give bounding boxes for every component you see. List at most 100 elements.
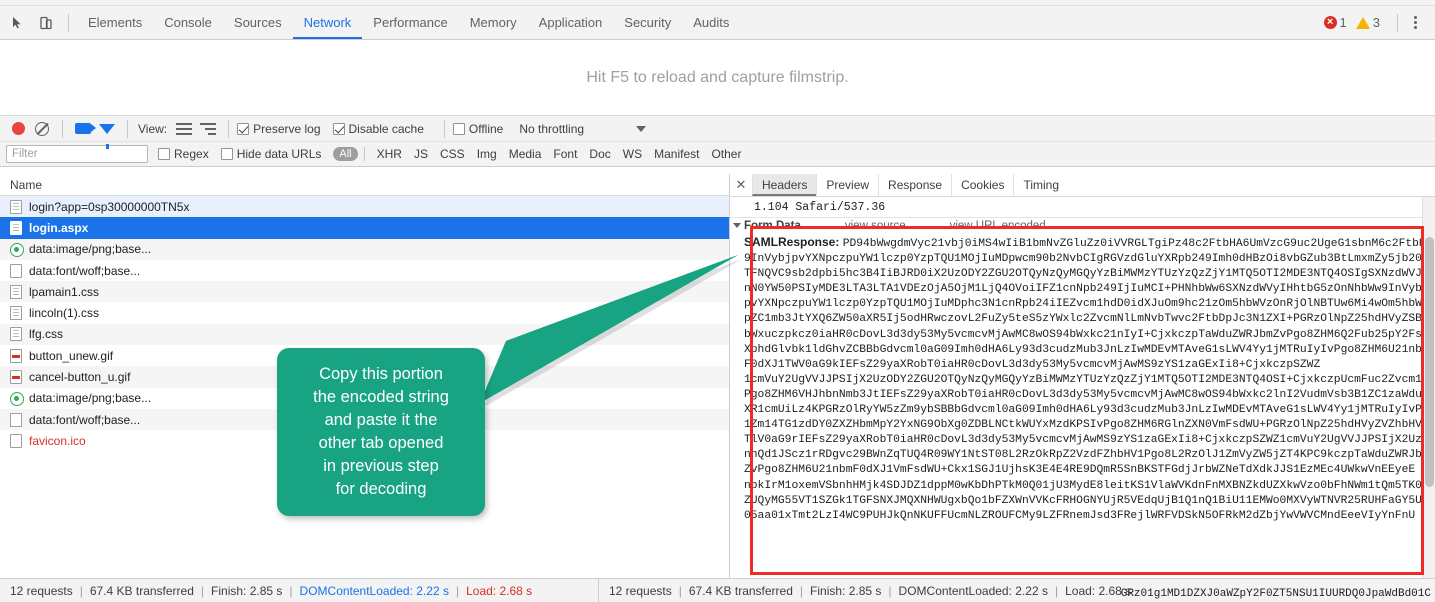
stylesheet-icon [10, 306, 22, 321]
net-divider-1 [62, 119, 63, 138]
tab-performance[interactable]: Performance [362, 6, 458, 39]
requests-column-header[interactable]: Name [0, 174, 729, 196]
tab-console[interactable]: Console [153, 6, 223, 39]
throttling-value[interactable]: No throttling [519, 122, 584, 136]
filter-icon[interactable] [95, 118, 119, 149]
toggle-device-toolbar-icon[interactable] [32, 10, 60, 36]
tab-response[interactable]: Response [878, 174, 951, 196]
type-chip-doc[interactable]: Doc [583, 147, 616, 161]
triangle-down-icon[interactable] [733, 223, 741, 228]
status-sep-1: | [79, 583, 83, 598]
status-finish: Finish: 2.85 s [211, 583, 283, 598]
request-name: cancel-button_u.gif [29, 370, 131, 385]
toolbar-divider [68, 13, 69, 32]
saml-response-text[interactable]: SAMLResponse: PD94bWwgdmVyc21vbj0iMS4wIi… [744, 235, 1435, 524]
status-sep-2: | [200, 583, 205, 598]
form-data-section-header[interactable]: Form Data view source view URL encoded [730, 218, 1435, 233]
tab-headers[interactable]: Headers [752, 174, 817, 196]
type-chip-img[interactable]: Img [471, 147, 503, 161]
preserve-log-box[interactable] [237, 122, 250, 135]
gif-icon [10, 370, 22, 385]
table-row[interactable]: data:font/woff;base... [0, 260, 729, 281]
chevron-down-icon[interactable] [636, 125, 647, 132]
inspect-element-icon[interactable] [4, 10, 32, 36]
type-chip-css[interactable]: CSS [434, 147, 471, 161]
network-filter-bar: Filter Regex Hide data URLs All XHR JS C… [0, 142, 1435, 167]
type-chip-js[interactable]: JS [408, 147, 434, 161]
offline-checkbox[interactable]: Offline [452, 122, 515, 136]
offline-box[interactable] [452, 122, 465, 135]
hide-data-urls-checkbox[interactable]: Hide data URLs [220, 147, 334, 161]
type-chip-other[interactable]: Other [705, 147, 747, 161]
gif-icon [10, 348, 22, 363]
table-row[interactable]: data:image/png;base... [0, 238, 729, 260]
disable-cache-checkbox[interactable]: Disable cache [332, 121, 436, 136]
table-row[interactable]: lfg.css [0, 323, 729, 346]
callout-line: the encoded string [313, 388, 449, 406]
preserve-log-checkbox[interactable]: Preserve log [237, 122, 332, 136]
document-icon [10, 199, 22, 214]
callout-line: for decoding [335, 480, 427, 498]
saml-line: 1cmVuY2UgVVJJPSIjX2UzODY2ZGU2OTQyNzQyMGQ… [744, 373, 1429, 386]
capture-screenshots-icon[interactable] [71, 118, 96, 140]
saml-line: bWxuczpkcz0iaHR0cDovL3d3dy53My5vcmcvMjAw… [744, 328, 1429, 341]
type-chip-media[interactable]: Media [503, 147, 548, 161]
type-chip-ws[interactable]: WS [617, 147, 648, 161]
tab-security[interactable]: Security [613, 6, 682, 39]
status-transferred: 67.4 KB transferred [89, 583, 194, 598]
warning-icon[interactable] [1355, 16, 1370, 29]
table-row[interactable]: lincoln(1).css [0, 302, 729, 323]
list-view-icon[interactable] [172, 118, 196, 140]
kebab-menu-icon[interactable] [1406, 16, 1425, 29]
close-icon[interactable]: ✕ [730, 177, 752, 193]
waterfall-view-icon[interactable] [196, 118, 220, 140]
tab-preview[interactable]: Preview [816, 174, 878, 196]
table-row[interactable]: lpamain1.css [0, 281, 729, 303]
tab-memory[interactable]: Memory [459, 6, 528, 39]
disable-cache-label: Disable cache [348, 121, 424, 136]
status2-sep-3: | [888, 583, 892, 598]
hide-data-urls-box[interactable] [220, 148, 233, 160]
type-chip-font[interactable]: Font [547, 147, 583, 161]
disable-cache-box[interactable] [332, 122, 345, 135]
view-url-encoded-link[interactable]: view URL encoded [950, 220, 1046, 232]
type-chip-xhr[interactable]: XHR [371, 147, 408, 161]
status2-sep-4: | [1054, 583, 1059, 598]
regex-box[interactable] [158, 148, 170, 160]
tab-audits[interactable]: Audits [682, 6, 740, 39]
tab-application[interactable]: Application [528, 6, 614, 39]
tab-sources[interactable]: Sources [223, 6, 293, 39]
scrollbar-thumb[interactable] [1425, 237, 1434, 487]
details-tabs: ✕ Headers Preview Response Cookies Timin… [730, 174, 1435, 197]
stylesheet-icon [10, 327, 22, 342]
filter-input[interactable]: Filter [6, 145, 148, 163]
table-row[interactable]: login?app=0sp30000000TN5x [0, 196, 729, 218]
tab-elements[interactable]: Elements [77, 6, 153, 39]
document-icon [10, 220, 22, 235]
tab-network[interactable]: Network [293, 6, 363, 39]
regex-label: Regex [174, 147, 209, 161]
type-chip-all[interactable]: All [333, 147, 358, 161]
saml-param-name: SAMLResponse: [744, 235, 843, 249]
saml-line: XR1cmUiLz4KPGRzOlRyYW5zZm9ybSBBbGdvcml0a… [744, 404, 1429, 417]
tab-cookies[interactable]: Cookies [951, 174, 1013, 196]
regex-checkbox[interactable]: Regex [158, 147, 221, 161]
table-row[interactable]: login.aspx [0, 217, 729, 239]
tab-timing[interactable]: Timing [1013, 174, 1068, 196]
error-icon[interactable]: × [1323, 16, 1337, 29]
request-name: login.aspx [29, 220, 89, 235]
view-label: View: [138, 121, 168, 136]
type-chip-manifest[interactable]: Manifest [648, 147, 705, 161]
saml-line: pvYXNpczpuYW1lczp0YzpTQU1MOjIuMDphc3N1cn… [744, 298, 1422, 311]
saml-response-block: SAMLResponse: PD94bWwgdmVyc21vbj0iMS4wIi… [730, 233, 1435, 524]
clear-icon[interactable] [30, 118, 54, 140]
saml-line: TFNQVC9sb2dpbi5hc3B4IiBJRD0iX2UzODY2ZGU2… [744, 268, 1422, 281]
saml-line: nhQd1JScz1rRDgvc29BWnZqTUQ4R09WY1NtST08L… [744, 449, 1429, 462]
record-icon[interactable] [6, 118, 30, 140]
favicon-icon [10, 433, 22, 448]
devtools-panel-tabs: Elements Console Sources Network Perform… [77, 6, 740, 40]
toolbar-divider-2 [1397, 13, 1398, 32]
details-scrollbar[interactable] [1422, 197, 1435, 578]
status2-transferred: 67.4 KB transferred [688, 583, 793, 598]
view-source-link[interactable]: view source [845, 220, 906, 232]
